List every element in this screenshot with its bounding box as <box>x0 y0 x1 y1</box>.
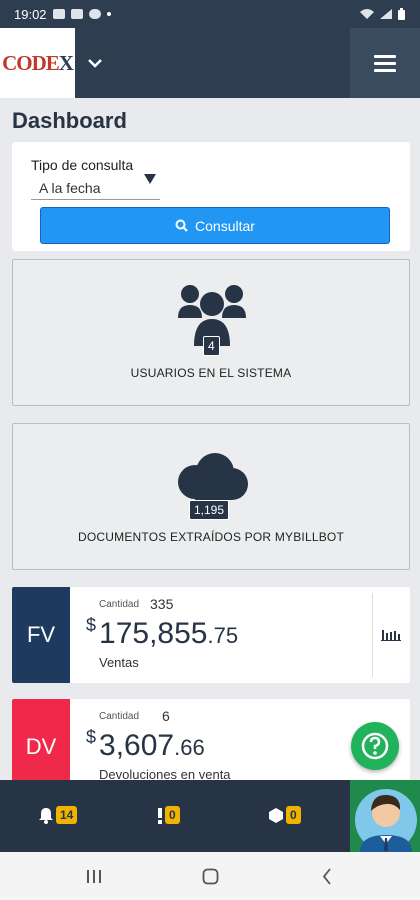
bottom-toolbar: 14 0 0 <box>0 780 420 852</box>
notifications-button[interactable]: 14 <box>38 806 78 824</box>
gallery-icon <box>52 9 65 19</box>
system-navigation-bar <box>0 852 420 900</box>
bell-icon <box>39 807 53 824</box>
more-notifications-icon <box>106 12 111 16</box>
wifi-icon <box>360 9 374 19</box>
amount-integer: 3,607 <box>99 729 175 762</box>
logo-text-b: X <box>58 50 74 75</box>
query-filter-card: Tipo de consulta A la fecha Consultar <box>12 142 410 251</box>
cloud-icon <box>178 453 248 500</box>
currency-symbol: $ <box>86 615 97 635</box>
hamburger-icon <box>374 54 396 58</box>
status-time: 19:02 <box>14 6 47 22</box>
kpi-amount: $175,855.75 <box>86 615 238 651</box>
search-icon <box>175 219 188 232</box>
query-type-label: Tipo de consulta <box>31 157 134 173</box>
caret-down-icon[interactable] <box>144 174 156 184</box>
documents-count-badge: 1,195 <box>189 500 230 520</box>
bar-chart-icon[interactable] <box>381 627 401 641</box>
cube-icon <box>269 807 283 823</box>
home-icon[interactable] <box>202 868 219 885</box>
alerts-button[interactable]: 0 <box>157 806 180 824</box>
amount-decimals: .66 <box>174 735 205 760</box>
logo-text-a: CODE <box>2 50 60 75</box>
codex-logo[interactable]: CODEX <box>0 28 75 98</box>
documents-stat-label: DOCUMENTOS EXTRAÍDOS POR MYBILLBOT <box>78 530 344 544</box>
question-icon <box>361 732 389 760</box>
exclamation-icon <box>158 807 162 824</box>
kpi-quantity-label: Cantidad <box>99 599 140 610</box>
cloud-icon <box>88 9 101 19</box>
kpi-quantity-value: 6 <box>162 708 170 724</box>
kpi-code-badge: FV <box>12 587 70 683</box>
kpi-quantity-value: 335 <box>150 596 174 612</box>
company-selector-button[interactable] <box>75 28 115 98</box>
system-status-bar: 19:02 <box>0 0 420 28</box>
amount-integer: 175,855 <box>99 617 208 650</box>
chevron-down-icon <box>88 59 102 68</box>
consult-button-label: Consultar <box>195 217 255 234</box>
users-stat-label: USUARIOS EN EL SISTEMA <box>130 366 292 380</box>
kpi-quantity-label: Cantidad <box>99 711 140 722</box>
menu-button[interactable] <box>350 28 420 98</box>
app-header: CODEX <box>0 28 420 98</box>
signal-icon <box>380 9 392 19</box>
page-title: Dashboard <box>12 108 127 133</box>
kpi-name: Ventas <box>99 655 139 670</box>
kpi-card-sales[interactable]: FV Cantidad 335 $175,855.75 Ventas <box>12 587 410 683</box>
items-button[interactable]: 0 <box>268 806 301 824</box>
items-count: 0 <box>286 806 301 824</box>
battery-icon <box>398 7 405 20</box>
divider <box>372 593 373 677</box>
help-button[interactable] <box>351 722 399 770</box>
back-icon[interactable] <box>322 868 332 885</box>
users-count-badge: 4 <box>203 336 220 356</box>
users-stat-card[interactable]: 4 USUARIOS EN EL SISTEMA <box>12 259 410 406</box>
kpi-amount: $3,607.66 <box>86 727 205 763</box>
query-type-select[interactable]: A la fecha <box>31 177 160 200</box>
notification-icon <box>70 9 83 19</box>
notifications-count: 14 <box>56 806 78 824</box>
amount-decimals: .75 <box>207 623 239 648</box>
assistant-avatar[interactable] <box>350 780 420 852</box>
currency-symbol: $ <box>86 727 97 747</box>
consult-button[interactable]: Consultar <box>40 207 390 244</box>
alerts-count: 0 <box>165 806 180 824</box>
assistant-avatar-icon <box>350 780 420 852</box>
documents-stat-card[interactable]: 1,195 DOCUMENTOS EXTRAÍDOS POR MYBILLBOT <box>12 423 410 570</box>
recent-apps-icon[interactable] <box>86 869 102 884</box>
